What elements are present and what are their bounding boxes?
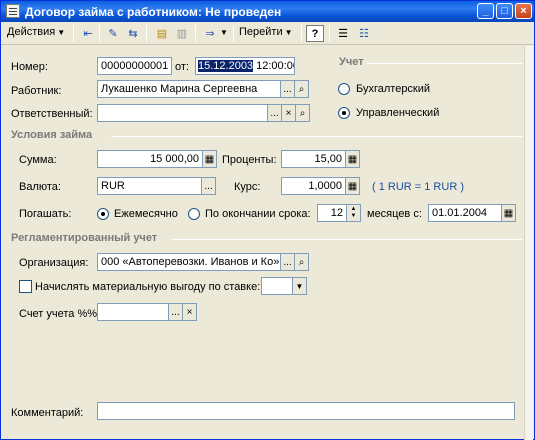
section-divider: [171, 239, 522, 240]
date-input[interactable]: 15.12.2003 12:00:00: [195, 57, 295, 75]
spin-down-icon[interactable]: ▼: [351, 213, 357, 220]
date-selected-text: 15.12.2003: [198, 60, 254, 72]
chevron-down-icon: ▼: [57, 28, 66, 37]
help-icon[interactable]: ?: [306, 25, 324, 42]
monthly-radio[interactable]: [97, 208, 109, 220]
maximize-button[interactable]: □: [496, 3, 513, 19]
unpost-icon[interactable]: ▥: [173, 25, 191, 42]
title-bar: Договор займа с работником: Не проведен …: [1, 1, 534, 22]
currency-select-button[interactable]: ...: [201, 177, 216, 195]
benefit-rate-select[interactable]: [261, 277, 293, 295]
rate-input[interactable]: 1,0000: [281, 177, 346, 195]
toolbar-separator: [301, 25, 302, 42]
rate-label: Курс:: [234, 181, 261, 193]
window-title: Договор займа с работником: Не проведен: [25, 5, 282, 19]
create-based-icon[interactable]: ⇒: [201, 25, 219, 42]
comment-input[interactable]: [97, 402, 515, 420]
end-of-term-label: По окончании срока:: [205, 208, 311, 220]
months-label: месяцев с:: [367, 208, 422, 220]
post-icon[interactable]: ▤: [153, 25, 171, 42]
responsible-select-button[interactable]: ...: [267, 104, 282, 122]
scrollbar[interactable]: [524, 46, 533, 440]
goto-label: Перейти: [239, 26, 283, 38]
account-input[interactable]: [97, 303, 169, 321]
minimize-button[interactable]: _: [477, 3, 494, 19]
structure-icon[interactable]: ⇆: [124, 25, 142, 42]
toolbar-separator: [146, 25, 147, 42]
close-button[interactable]: ×: [515, 3, 532, 19]
search-icon[interactable]: ⌕: [294, 80, 309, 98]
toolbar-separator: [73, 25, 74, 42]
date-label: от:: [175, 61, 189, 73]
toolbar-separator: [195, 25, 196, 42]
accounting-radio[interactable]: [338, 83, 350, 95]
date-time-text: 12:00:00: [253, 60, 295, 72]
section-divider: [111, 136, 522, 137]
uchet-section-title: Учет: [339, 56, 364, 68]
goto-menu[interactable]: Перейти ▼: [239, 26, 293, 38]
percent-input[interactable]: 15,00: [281, 150, 346, 168]
responsible-input[interactable]: [97, 104, 268, 122]
account-select-button[interactable]: ...: [168, 303, 183, 321]
calendar-icon[interactable]: ▦: [501, 204, 516, 222]
clear-icon[interactable]: ×: [281, 104, 296, 122]
employee-select-button[interactable]: ...: [280, 80, 295, 98]
responsible-label: Ответственный:: [11, 108, 93, 120]
toolbar-separator: [233, 25, 234, 42]
comment-label: Комментарий:: [11, 407, 84, 419]
account-label: Счет учета %%:: [19, 308, 101, 320]
sum-input[interactable]: 15 000,00: [97, 150, 203, 168]
currency-input[interactable]: RUR: [97, 177, 202, 195]
section-divider: [367, 63, 522, 64]
organization-input[interactable]: 000 «Автоперевозки. Иванов и Ко»: [97, 253, 281, 271]
toolbar-separator: [329, 25, 330, 42]
rate-note: ( 1 RUR = 1 RUR ): [372, 181, 464, 193]
monthly-label: Ежемесячно: [114, 208, 178, 220]
list-icon[interactable]: ☰: [334, 25, 352, 42]
edit-icon[interactable]: ✎: [104, 25, 122, 42]
arrow-left-icon[interactable]: ⇤: [79, 25, 97, 42]
calculator-icon[interactable]: ▦: [345, 150, 360, 168]
employee-label: Работник:: [11, 85, 62, 97]
document-window: Договор займа с работником: Не проведен …: [0, 0, 535, 440]
organization-select-button[interactable]: ...: [280, 253, 295, 271]
tree-list-icon[interactable]: ☷: [355, 25, 373, 42]
employee-input[interactable]: Лукашенко Марина Сергеевна: [97, 80, 281, 98]
calculator-icon[interactable]: ▦: [202, 150, 217, 168]
toolbar: Действия ▼ ⇤ ✎ ⇆ ▤ ▥ ⇒ ▼ Перейти ▼ ? ☰ ☷: [1, 22, 534, 45]
months-spinner[interactable]: ▲ ▼: [346, 204, 361, 222]
search-icon[interactable]: ⌕: [295, 104, 310, 122]
end-of-term-radio[interactable]: [188, 208, 200, 220]
actions-menu[interactable]: Действия ▼: [7, 26, 65, 38]
repay-label: Погашать:: [19, 208, 72, 220]
management-radio[interactable]: [338, 107, 350, 119]
benefit-checkbox[interactable]: [19, 280, 32, 293]
search-icon[interactable]: ⌕: [294, 253, 309, 271]
months-input[interactable]: 12: [317, 204, 347, 222]
clear-icon[interactable]: ×: [182, 303, 197, 321]
spin-up-icon[interactable]: ▲: [351, 206, 357, 213]
accounting-label: Бухгалтерский: [356, 83, 431, 95]
regulated-section-title: Регламентированный учет: [11, 232, 158, 244]
actions-label: Действия: [7, 26, 56, 38]
document-icon: [6, 4, 20, 18]
calculator-icon[interactable]: ▦: [345, 177, 360, 195]
percent-label: Проценты:: [222, 154, 277, 166]
management-label: Управленческий: [356, 107, 440, 119]
loan-section-title: Условия займа: [11, 129, 93, 141]
benefit-label: Начислять материальную выгоду по ставке:: [35, 281, 261, 293]
toolbar-separator: [99, 25, 100, 42]
org-label: Организация:: [19, 257, 89, 269]
number-label: Номер:: [11, 61, 48, 73]
chevron-down-icon[interactable]: ▼: [292, 277, 307, 295]
sum-label: Сумма:: [19, 154, 57, 166]
chevron-down-icon: ▼: [284, 28, 293, 37]
number-input[interactable]: 00000000001: [97, 57, 172, 75]
chevron-down-icon[interactable]: ▼: [220, 28, 228, 37]
start-date-input[interactable]: 01.01.2004: [428, 204, 502, 222]
currency-label: Валюта:: [19, 181, 61, 193]
